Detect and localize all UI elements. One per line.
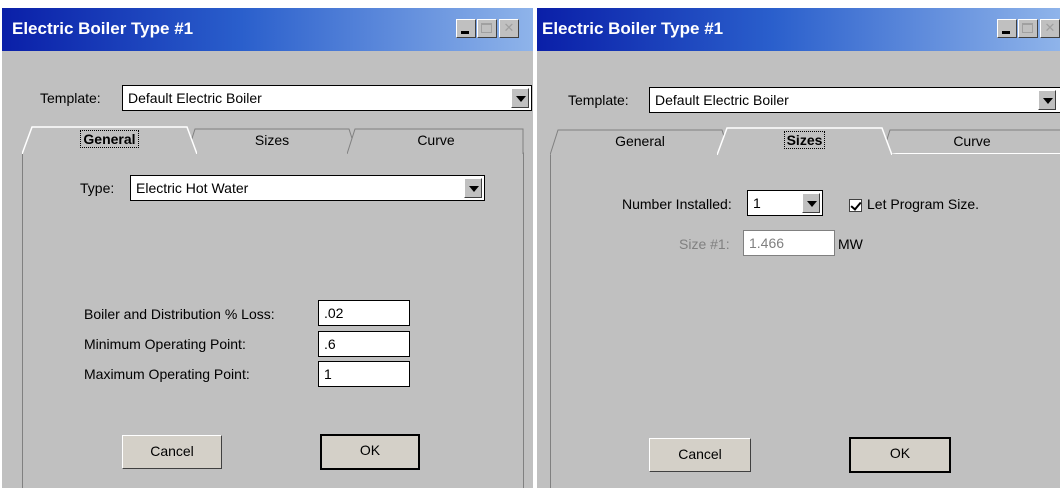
min-operating-point-label: Minimum Operating Point:: [84, 336, 246, 352]
close-icon[interactable]: ✕: [499, 19, 519, 38]
number-installed-dropdown[interactable]: 1: [747, 190, 823, 216]
template-dropdown[interactable]: Default Electric Boiler: [649, 87, 1060, 113]
window-title: Electric Boiler Type #1: [542, 19, 724, 38]
ok-button[interactable]: OK: [320, 434, 420, 470]
loss-label: Boiler and Distribution % Loss:: [84, 306, 275, 322]
tab-general[interactable]: General: [22, 126, 197, 154]
boiler-dialog-general: Electric Boiler Type #1 ✕ Template: Defa…: [0, 8, 534, 488]
title-bar[interactable]: Electric Boiler Type #1 ✕: [537, 8, 1060, 51]
chevron-down-icon[interactable]: [1038, 90, 1056, 110]
chevron-down-icon[interactable]: [511, 88, 529, 108]
max-operating-point-input[interactable]: 1: [318, 361, 410, 387]
let-program-size-label: Let Program Size.: [867, 196, 980, 212]
template-dropdown[interactable]: Default Electric Boiler: [122, 85, 532, 111]
min-operating-point-input[interactable]: .6: [318, 331, 410, 357]
tab-general-label: General: [615, 133, 665, 149]
tab-sizes-label: Sizes: [783, 131, 826, 149]
template-label: Template:: [40, 90, 101, 106]
maximize-button[interactable]: [1018, 19, 1038, 38]
chevron-down-icon[interactable]: [464, 178, 482, 198]
type-value: Electric Hot Water: [136, 180, 249, 196]
loss-input[interactable]: .02: [318, 300, 410, 326]
chevron-down-icon[interactable]: [802, 193, 820, 213]
boiler-dialog-sizes: Electric Boiler Type #1 ✕ Template: Defa…: [537, 8, 1060, 488]
minimize-button[interactable]: [997, 19, 1017, 38]
divider: [533, 0, 536, 488]
type-dropdown[interactable]: Electric Hot Water: [130, 175, 485, 201]
cancel-button[interactable]: Cancel: [122, 435, 222, 469]
window-title: Electric Boiler Type #1: [12, 19, 194, 38]
template-value: Default Electric Boiler: [655, 92, 789, 108]
tab-general[interactable]: General: [550, 129, 730, 155]
size1-unit: MW: [838, 236, 863, 252]
tab-sizes[interactable]: Sizes: [187, 128, 357, 154]
tab-general-label: General: [80, 130, 139, 148]
tab-sizes[interactable]: Sizes: [717, 127, 892, 155]
cancel-button[interactable]: Cancel: [649, 438, 751, 472]
maximize-button[interactable]: [477, 19, 497, 38]
number-installed-label: Number Installed:: [622, 196, 732, 212]
max-operating-point-label: Maximum Operating Point:: [84, 366, 250, 382]
size1-label: Size #1:: [679, 236, 730, 252]
template-label: Template:: [568, 92, 629, 108]
tab-curve-label: Curve: [953, 133, 991, 149]
tab-curve[interactable]: Curve: [882, 129, 1060, 155]
tab-curve-label: Curve: [417, 132, 455, 148]
minimize-button[interactable]: [456, 19, 476, 38]
close-icon[interactable]: ✕: [1040, 19, 1060, 38]
ok-button[interactable]: OK: [849, 437, 951, 473]
tab-curve[interactable]: Curve: [347, 128, 525, 154]
tab-sizes-label: Sizes: [254, 132, 290, 148]
template-value: Default Electric Boiler: [128, 90, 262, 106]
size1-input[interactable]: 1.466: [743, 230, 835, 256]
number-installed-value: 1: [753, 195, 761, 211]
title-bar[interactable]: Electric Boiler Type #1 ✕: [2, 8, 534, 51]
type-label: Type:: [80, 180, 115, 196]
let-program-size-checkbox[interactable]: [849, 199, 862, 212]
